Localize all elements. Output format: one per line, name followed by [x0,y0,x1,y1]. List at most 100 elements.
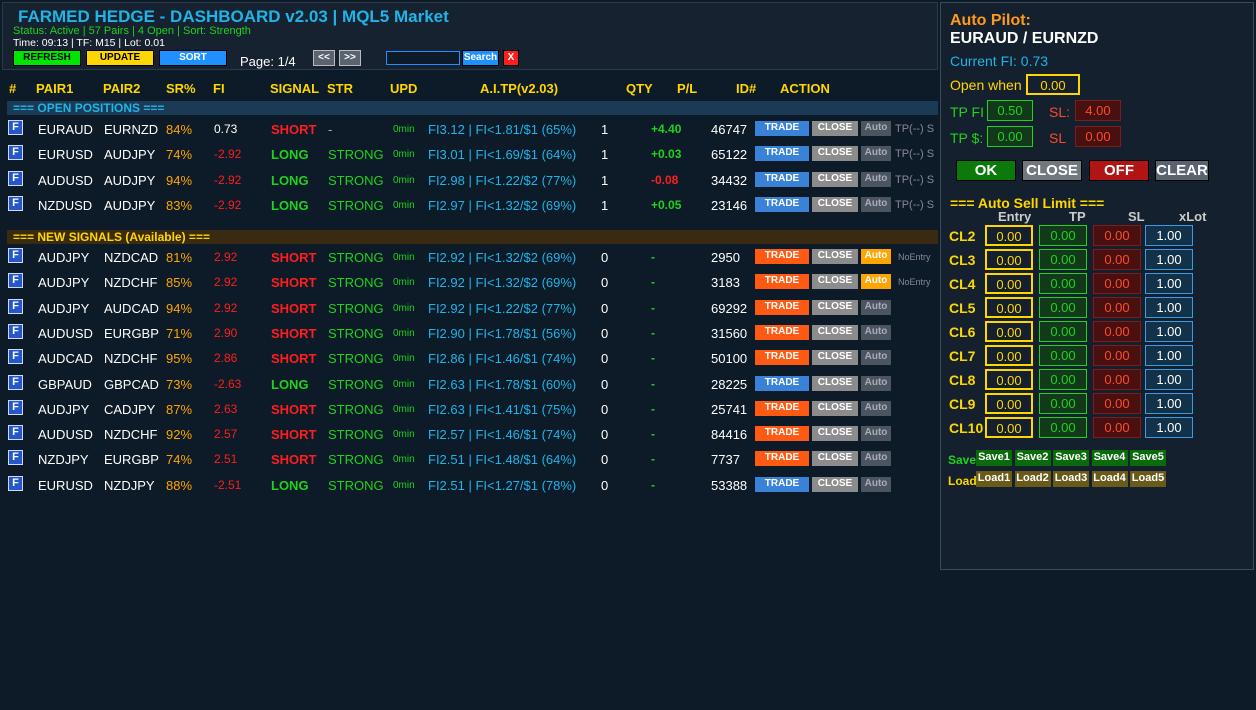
load-slot-button[interactable]: Load5 [1130,471,1166,487]
close-button[interactable]: CLOSE [812,324,858,340]
f-icon[interactable]: F [8,399,23,415]
tp-usd-input[interactable]: 0.00 [987,126,1033,147]
sl-input[interactable]: 0.00 [1093,249,1141,270]
tp-input[interactable]: 0.00 [1039,345,1087,366]
f-icon[interactable]: F [8,450,23,466]
trade-button[interactable]: TRADE [755,324,809,340]
f-icon[interactable]: F [8,349,23,365]
save-slot-button[interactable]: Save4 [1091,450,1128,466]
f-icon[interactable]: F [8,145,23,161]
auto-toggle[interactable]: Auto [861,324,891,340]
tp-input[interactable]: 0.00 [1039,297,1087,318]
auto-toggle[interactable]: Auto [861,196,891,212]
f-icon[interactable]: F [8,170,23,186]
load-slot-button[interactable]: Load1 [976,471,1012,487]
ok-button[interactable]: OK [956,160,1016,181]
close-button[interactable]: CLOSE [812,249,858,264]
close-button[interactable]: CLOSE [812,375,858,391]
close-button[interactable]: CLOSE [812,400,858,416]
sl-input[interactable]: 0.00 [1093,345,1141,366]
trade-button[interactable]: TRADE [755,476,809,492]
auto-toggle[interactable]: Auto [861,171,891,187]
save-slot-button[interactable]: Save1 [976,450,1012,466]
save-slot-button[interactable]: Save2 [1014,450,1051,466]
sl-input[interactable]: 0.00 [1093,273,1141,294]
xlot-input[interactable]: 1.00 [1145,273,1193,294]
entry-input[interactable]: 0.00 [985,225,1033,246]
save-slot-button[interactable]: Save5 [1130,450,1166,466]
xlot-input[interactable]: 1.00 [1145,297,1193,318]
tp-input[interactable]: 0.00 [1039,393,1087,414]
trade-button[interactable]: TRADE [755,375,809,391]
xlot-input[interactable]: 1.00 [1145,393,1193,414]
f-icon[interactable]: F [8,425,23,441]
trade-button[interactable]: TRADE [755,426,809,442]
f-icon[interactable]: F [8,120,23,135]
close-button[interactable]: CLOSE [812,196,858,212]
xlot-input[interactable]: 1.00 [1145,417,1193,438]
xlot-input[interactable]: 1.00 [1145,321,1193,342]
xlot-input[interactable]: 1.00 [1145,225,1193,246]
tp-fi-input[interactable]: 0.50 [987,100,1033,121]
sl-input[interactable]: 0.00 [1093,297,1141,318]
close-button[interactable]: CLOSE [812,121,858,136]
trade-button[interactable]: TRADE [755,171,809,187]
auto-toggle[interactable]: Auto [861,426,891,442]
auto-toggle[interactable]: Auto [861,274,891,290]
update-button[interactable]: UPDATE [86,50,154,66]
auto-toggle[interactable]: Auto [861,476,891,492]
auto-toggle[interactable]: Auto [861,375,891,391]
load-slot-button[interactable]: Load2 [1014,471,1051,487]
entry-input[interactable]: 0.00 [985,297,1033,318]
clear-button[interactable]: CLEAR [1155,160,1209,181]
close-button[interactable]: CLOSE [812,171,858,187]
refresh-button[interactable]: REFRESH [13,50,81,66]
trade-button[interactable]: TRADE [755,196,809,212]
entry-input[interactable]: 0.00 [985,393,1033,414]
close-button[interactable]: CLOSE [812,451,858,467]
trade-button[interactable]: TRADE [755,274,809,290]
autopilot-close-button[interactable]: CLOSE [1022,160,1082,181]
prev-page-button[interactable]: << [313,50,335,66]
f-icon[interactable]: F [8,475,23,491]
sort-button[interactable]: SORT [159,50,227,66]
entry-input[interactable]: 0.00 [985,417,1033,438]
trade-button[interactable]: TRADE [755,451,809,467]
close-button[interactable]: CLOSE [812,146,858,162]
auto-toggle[interactable]: Auto [861,146,891,162]
sl-fi-input[interactable]: 4.00 [1075,100,1121,121]
auto-toggle[interactable]: Auto [861,451,891,467]
close-button[interactable]: CLOSE [812,476,858,492]
entry-input[interactable]: 0.00 [985,369,1033,390]
sl-input[interactable]: 0.00 [1093,369,1141,390]
f-icon[interactable]: F [8,374,23,390]
load-slot-button[interactable]: Load3 [1053,471,1089,487]
auto-toggle[interactable]: Auto [861,350,891,366]
tp-input[interactable]: 0.00 [1039,369,1087,390]
f-icon[interactable]: F [8,248,23,263]
auto-toggle[interactable]: Auto [861,121,891,136]
tp-input[interactable]: 0.00 [1039,249,1087,270]
trade-button[interactable]: TRADE [755,350,809,366]
next-page-button[interactable]: >> [339,50,361,66]
entry-input[interactable]: 0.00 [985,321,1033,342]
f-icon[interactable]: F [8,273,23,289]
tp-input[interactable]: 0.00 [1039,321,1087,342]
trade-button[interactable]: TRADE [755,400,809,416]
trade-button[interactable]: TRADE [755,249,809,264]
xlot-input[interactable]: 1.00 [1145,369,1193,390]
f-icon[interactable]: F [8,298,23,314]
off-button[interactable]: OFF [1089,160,1149,181]
tp-input[interactable]: 0.00 [1039,273,1087,294]
f-icon[interactable]: F [8,323,23,339]
close-button[interactable]: CLOSE [812,299,858,315]
close-button[interactable]: CLOSE [812,426,858,442]
trade-button[interactable]: TRADE [755,121,809,136]
clear-search-button[interactable]: X [503,50,519,66]
close-button[interactable]: CLOSE [812,274,858,290]
search-button[interactable]: Search [462,50,499,66]
xlot-input[interactable]: 1.00 [1145,345,1193,366]
sl-input[interactable]: 0.00 [1093,417,1141,438]
sl-input[interactable]: 0.00 [1093,225,1141,246]
auto-toggle[interactable]: Auto [861,400,891,416]
